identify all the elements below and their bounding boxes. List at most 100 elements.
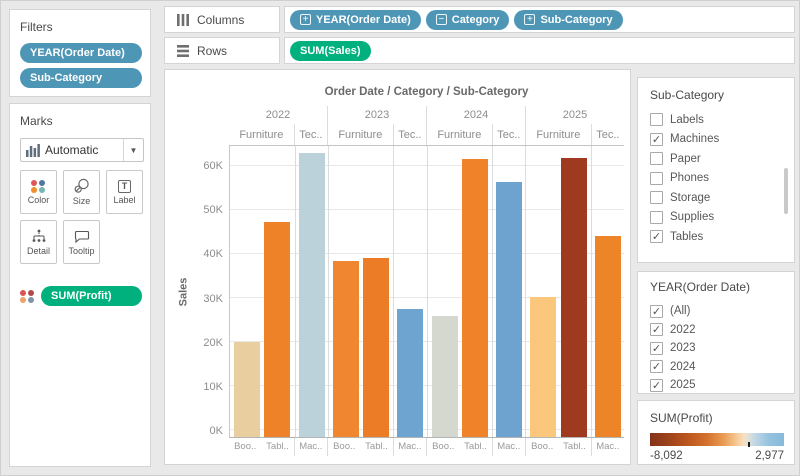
pill-label: YEAR(Order Date): [316, 10, 411, 30]
category-header: Furniture: [526, 124, 592, 145]
text-label-icon: T: [118, 180, 131, 193]
checkbox-checked-icon[interactable]: ✓: [650, 379, 663, 392]
expand-icon[interactable]: +: [300, 14, 311, 25]
profit-max-label: 2,977: [755, 450, 784, 462]
bar-2022-Boo[interactable]: [234, 342, 260, 437]
detail-button[interactable]: Detail: [20, 220, 57, 264]
pill-label: Sub-Category: [540, 10, 612, 30]
filter-item-label: Labels: [670, 114, 704, 126]
y-tick-label: 20K: [203, 337, 223, 349]
columns-shelf-label: Columns: [197, 13, 244, 27]
size-icon: [73, 178, 91, 194]
size-button[interactable]: Size: [63, 170, 100, 214]
filter-item-tables[interactable]: ✓ Tables: [650, 227, 788, 247]
checkbox-checked-icon[interactable]: ✓: [650, 360, 663, 373]
columns-shelf: Columns + YEAR(Order Date) −Category + Sub-C…: [164, 6, 795, 33]
subcategory-filter-title: Sub-Category: [650, 88, 788, 102]
filter-item-machines[interactable]: ✓Machines: [650, 130, 788, 150]
label-button[interactable]: T Label: [106, 170, 143, 214]
filter-item-2023[interactable]: ✓ 2023: [650, 339, 788, 358]
chart-pane-2025-furniture: [526, 146, 592, 437]
checkbox-unchecked-icon[interactable]: [650, 172, 663, 185]
x-axis-label: Mac..: [493, 438, 525, 456]
color-button[interactable]: Color: [20, 170, 57, 214]
pill-sub-category[interactable]: Sub-Category: [20, 68, 142, 88]
bar-2025-Boo[interactable]: [530, 297, 556, 437]
year-filter-panel: YEAR(Order Date) ✓(All)✓2022✓2023✓2024✓2…: [637, 271, 795, 394]
columns-pill-area[interactable]: + YEAR(Order Date) −Category + Sub-Category: [284, 6, 795, 33]
rows-shelf-label: Rows: [197, 44, 227, 58]
collapse-icon[interactable]: −: [436, 14, 447, 25]
bar-2025-Mac[interactable]: [595, 236, 621, 437]
mark-type-dropdown[interactable]: Automatic ▼: [20, 138, 144, 162]
filter-item-phones[interactable]: Phones: [650, 169, 788, 189]
checkbox-unchecked-icon[interactable]: [650, 152, 663, 165]
bar-2023-Boo[interactable]: [333, 261, 359, 437]
filter-item-label: Tables: [670, 231, 703, 243]
checkbox-checked-icon[interactable]: ✓: [650, 230, 663, 243]
filter-item-labels[interactable]: Labels: [650, 110, 788, 130]
tooltip-icon: [73, 229, 91, 244]
checkbox-unchecked-icon[interactable]: [650, 191, 663, 204]
bar-2024-Boo[interactable]: [432, 316, 458, 437]
filter-item-2022[interactable]: ✓2022: [650, 321, 788, 340]
columns-icon: [177, 14, 189, 26]
scrollbar[interactable]: [784, 168, 788, 214]
filter-item-2024[interactable]: ✓2024: [650, 358, 788, 377]
pill-year-order-date-[interactable]: + YEAR(Order Date): [290, 10, 421, 30]
pill-sum-sales-[interactable]: SUM(Sales): [290, 41, 371, 61]
marks-title: Marks: [20, 114, 142, 128]
bar-2024-Mac[interactable]: [496, 182, 522, 437]
pill-year-order-date-[interactable]: YEAR(Order Date): [20, 43, 142, 63]
checkbox-checked-icon[interactable]: ✓: [650, 342, 663, 355]
chevron-down-icon[interactable]: ▼: [123, 139, 143, 161]
filters-panel: Filters YEAR(Order Date)Sub-Category: [9, 9, 151, 97]
checkbox-unchecked-icon[interactable]: [650, 113, 663, 126]
color-legend-icon: [20, 290, 35, 303]
y-tick-label: 60K: [203, 160, 223, 172]
filter-item-2025[interactable]: ✓ 2025: [650, 376, 788, 395]
profit-legend-panel: SUM(Profit) -8,092 2,977: [637, 400, 795, 465]
checkbox-checked-icon[interactable]: ✓: [650, 323, 663, 336]
pill-label: YEAR(Order Date): [30, 43, 125, 63]
x-label-cell: Boo..Tabl..: [427, 438, 493, 456]
profit-legend-labels: -8,092 2,977: [650, 450, 784, 462]
checkbox-unchecked-icon[interactable]: [650, 211, 663, 224]
bar-2024-Tabl[interactable]: [462, 159, 488, 437]
pill-category[interactable]: −Category: [426, 10, 510, 30]
x-axis-labels: Boo..Tabl..Mac..Boo..Tabl..Mac..Boo..Tab…: [229, 438, 624, 456]
bar-2022-Mac[interactable]: [299, 153, 325, 437]
x-axis-label: Boo..: [328, 438, 360, 456]
year-filter-title: YEAR(Order Date): [650, 280, 788, 294]
x-label-cell: Boo..Tabl..: [526, 438, 592, 456]
x-label-cell: Boo..Tabl..: [229, 438, 295, 456]
bar-2022-Tabl[interactable]: [264, 222, 290, 437]
x-axis-label: Boo..: [526, 438, 558, 456]
x-axis-label: Boo..: [427, 438, 459, 456]
bar-2025-Tabl[interactable]: [561, 158, 587, 437]
category-header: Furniture: [427, 124, 493, 145]
bar-2023-Tabl[interactable]: [363, 258, 389, 437]
category-header: Tec..: [493, 124, 526, 145]
year-header-row: 2022202320242025: [229, 106, 624, 124]
checkbox-checked-icon[interactable]: ✓: [650, 305, 663, 318]
columns-shelf-label-box: Columns: [164, 6, 280, 33]
chart-view: Order Date / Category / Sub-Category 202…: [164, 69, 631, 465]
profit-encoding-pill[interactable]: SUM(Profit): [41, 286, 142, 306]
filter-item-paper[interactable]: Paper: [650, 149, 788, 169]
filter-item-supplies[interactable]: Supplies: [650, 208, 788, 228]
filter-item-storage[interactable]: Storage: [650, 188, 788, 208]
expand-icon[interactable]: +: [524, 14, 535, 25]
subcategory-filter-panel: Sub-Category Labels✓MachinesPaperPhonesS…: [637, 77, 795, 263]
bar-chart-icon: [21, 144, 45, 157]
pill-sub-category[interactable]: + Sub-Category: [514, 10, 622, 30]
filter-item-label: 2023: [670, 342, 696, 354]
checkbox-checked-icon[interactable]: ✓: [650, 133, 663, 146]
filter-item-label: 2025: [670, 379, 696, 391]
rows-shelf: Rows SUM(Sales): [164, 37, 795, 64]
profit-gradient[interactable]: [650, 433, 784, 446]
bar-2023-Mac[interactable]: [397, 309, 423, 437]
rows-pill-area[interactable]: SUM(Sales): [284, 37, 795, 64]
filter-item--all-[interactable]: ✓(All): [650, 302, 788, 321]
tooltip-button[interactable]: Tooltip: [63, 220, 100, 264]
